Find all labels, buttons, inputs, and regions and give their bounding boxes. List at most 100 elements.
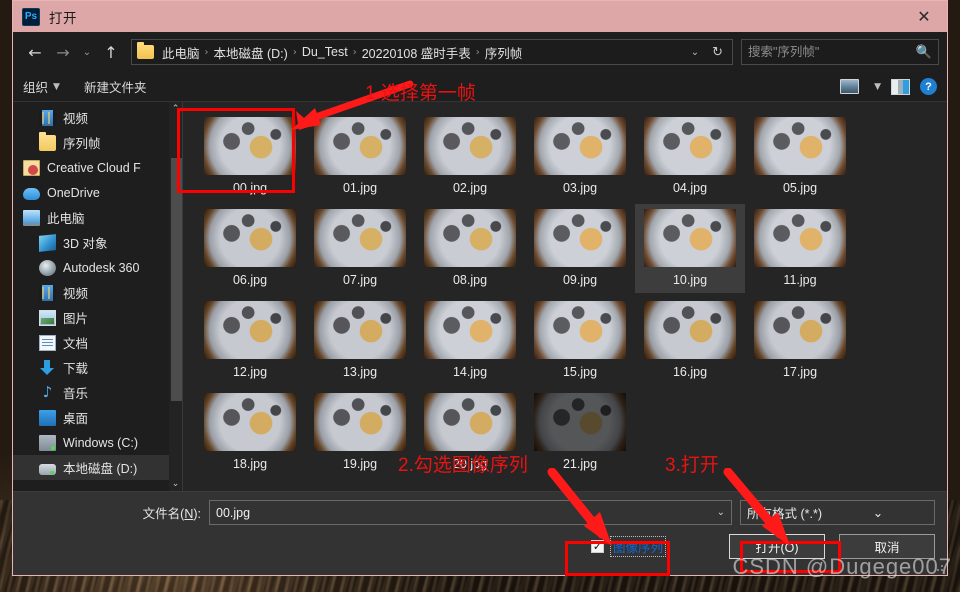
organize-button[interactable]: 组织 ▼ xyxy=(23,77,60,96)
file-tile[interactable]: 07.jpg xyxy=(305,204,415,293)
file-tile[interactable]: 04.jpg xyxy=(635,112,745,201)
watermark: CSDN @Dugege007 xyxy=(732,554,952,579)
file-tile[interactable]: 13.jpg xyxy=(305,296,415,385)
checkbox-label[interactable]: 图像序列 xyxy=(610,535,667,557)
back-button[interactable]: ← xyxy=(21,38,49,66)
file-tile[interactable]: 01.jpg xyxy=(305,112,415,201)
sidebar-item-6[interactable]: Autodesk 360 xyxy=(13,255,182,280)
refresh-icon[interactable]: ↻ xyxy=(707,45,728,60)
scrollbar-thumb[interactable] xyxy=(171,158,182,401)
sidebar-item-2[interactable]: Creative Cloud F xyxy=(13,155,182,180)
chevron-down-icon[interactable]: ▼ xyxy=(874,82,881,92)
this-pc-icon xyxy=(23,209,40,226)
sidebar-item-label: 3D 对象 xyxy=(63,237,108,251)
file-name-label: 06.jpg xyxy=(232,273,268,287)
title-bar: Ps 打开 ✕ xyxy=(13,1,947,32)
sidebar-item-label: 本地磁盘 (D:) xyxy=(63,462,138,476)
filename-input[interactable] xyxy=(216,505,711,520)
sidebar-item-label: Autodesk 360 xyxy=(63,260,140,275)
chevron-down-icon[interactable]: ⌄ xyxy=(683,47,707,58)
filename-row: 文件名(N): ⌄ 所有格式 (*.*) ⌄ xyxy=(13,492,947,526)
search-input[interactable] xyxy=(748,45,916,59)
sidebar-item-10[interactable]: 下载 xyxy=(13,355,182,380)
file-name-label: 17.jpg xyxy=(782,365,818,379)
file-tile[interactable]: 12.jpg xyxy=(195,296,305,385)
close-icon[interactable]: ✕ xyxy=(901,1,947,32)
file-name-label: 15.jpg xyxy=(562,365,598,379)
sidebar-item-12[interactable]: 桌面 xyxy=(13,405,182,430)
file-tile[interactable]: 06.jpg xyxy=(195,204,305,293)
file-name-label: 19.jpg xyxy=(342,457,378,471)
sidebar-item-8[interactable]: 图片 xyxy=(13,305,182,330)
sidebar-item-label: Windows (C:) xyxy=(63,435,139,450)
file-thumbnail xyxy=(424,117,516,175)
filename-label-post: ): xyxy=(193,507,201,521)
forward-button[interactable]: → xyxy=(49,38,77,66)
address-bar[interactable]: 此电脑 › 本地磁盘 (D:) › Du_Test › 20220108 盛时手… xyxy=(131,39,733,65)
breadcrumb-item-0[interactable]: 此电脑 xyxy=(158,43,204,62)
recent-locations-button[interactable]: ⌄ xyxy=(77,38,97,66)
new-folder-button[interactable]: 新建文件夹 xyxy=(84,77,147,96)
file-thumbnail xyxy=(534,393,626,451)
file-format-select[interactable]: 所有格式 (*.*) ⌄ xyxy=(740,500,935,525)
sidebar-scrollbar[interactable]: ⌃ ⌄ xyxy=(169,102,182,491)
file-tile[interactable]: 10.jpg xyxy=(635,204,745,293)
filename-input-wrap[interactable]: ⌄ xyxy=(209,500,732,525)
sidebar-item-1[interactable]: 序列帧 xyxy=(13,130,182,155)
file-tile[interactable]: 14.jpg xyxy=(415,296,525,385)
image-sequence-checkbox[interactable]: ✓ 图像序列 xyxy=(591,535,667,557)
help-icon[interactable]: ? xyxy=(920,78,937,95)
sidebar-item-14[interactable]: 本地磁盘 (D:) xyxy=(13,455,182,480)
sidebar-item-9[interactable]: 文档 xyxy=(13,330,182,355)
file-name-label: 21.jpg xyxy=(562,457,598,471)
desktop-icon xyxy=(39,409,56,426)
file-tile[interactable]: 00.jpg xyxy=(195,112,305,201)
sidebar-item-11[interactable]: ♪ 音乐 xyxy=(13,380,182,405)
file-tile[interactable]: 18.jpg xyxy=(195,388,305,477)
sidebar-item-3[interactable]: OneDrive xyxy=(13,180,182,205)
file-tile[interactable]: 03.jpg xyxy=(525,112,635,201)
sidebar-item-label: 视频 xyxy=(63,287,89,301)
file-name-label: 14.jpg xyxy=(452,365,488,379)
navigation-pane: 视频 序列帧 Creative Cloud F OneDrive 此电脑 3D 对象 Aut… xyxy=(13,102,183,491)
sidebar-item-4[interactable]: 此电脑 xyxy=(13,205,182,230)
file-thumbnail xyxy=(534,209,626,267)
file-thumbnail xyxy=(534,117,626,175)
breadcrumb-item-3[interactable]: 20220108 盛时手表 xyxy=(358,43,475,62)
navigation-bar: ← → ⌄ ↑ 此电脑 › 本地磁盘 (D:) › Du_Test › 2022… xyxy=(13,32,947,72)
preview-pane-icon[interactable] xyxy=(891,78,910,95)
annotation-step-3: 3.打开 xyxy=(665,455,719,476)
view-mode-icon[interactable] xyxy=(840,79,860,94)
breadcrumb-item-4[interactable]: 序列帧 xyxy=(481,43,527,62)
file-tile[interactable]: 02.jpg xyxy=(415,112,525,201)
up-button[interactable]: ↑ xyxy=(97,38,125,66)
scroll-up-icon[interactable]: ⌃ xyxy=(169,102,182,116)
file-tile[interactable]: 17.jpg xyxy=(745,296,855,385)
file-tile[interactable]: 16.jpg xyxy=(635,296,745,385)
scroll-down-icon[interactable]: ⌄ xyxy=(169,477,182,491)
file-tile[interactable]: 21.jpg xyxy=(525,388,635,477)
chevron-down-icon[interactable]: ⌄ xyxy=(711,507,725,518)
sidebar-item-13[interactable]: Windows (C:) xyxy=(13,430,182,455)
sidebar-item-0[interactable]: 视频 xyxy=(13,105,182,130)
drive-icon xyxy=(39,463,56,475)
file-tile[interactable]: 05.jpg xyxy=(745,112,855,201)
breadcrumb-item-2[interactable]: Du_Test xyxy=(298,45,352,59)
file-thumbnail xyxy=(204,301,296,359)
filename-label-pre: 文件名( xyxy=(142,507,185,521)
file-tile[interactable]: 09.jpg xyxy=(525,204,635,293)
search-box[interactable]: 🔍 xyxy=(741,39,939,65)
file-tile[interactable]: 08.jpg xyxy=(415,204,525,293)
video-icon xyxy=(39,109,56,126)
sidebar-item-5[interactable]: 3D 对象 xyxy=(13,230,182,255)
checkbox-box[interactable]: ✓ xyxy=(591,539,604,553)
file-list-pane[interactable]: 00.jpg 01.jpg 02.jpg 03.jpg 04.jpg 05.jpg 06.j… xyxy=(183,102,947,491)
file-tile[interactable]: 15.jpg xyxy=(525,296,635,385)
breadcrumb-item-1[interactable]: 本地磁盘 (D:) xyxy=(210,43,292,62)
sidebar-item-7[interactable]: 视频 xyxy=(13,280,182,305)
file-thumbnail xyxy=(424,209,516,267)
file-tile[interactable]: 11.jpg xyxy=(745,204,855,293)
creative-cloud-icon xyxy=(23,159,40,176)
drive-icon xyxy=(39,434,56,451)
sidebar-item-label: 下载 xyxy=(63,362,89,376)
